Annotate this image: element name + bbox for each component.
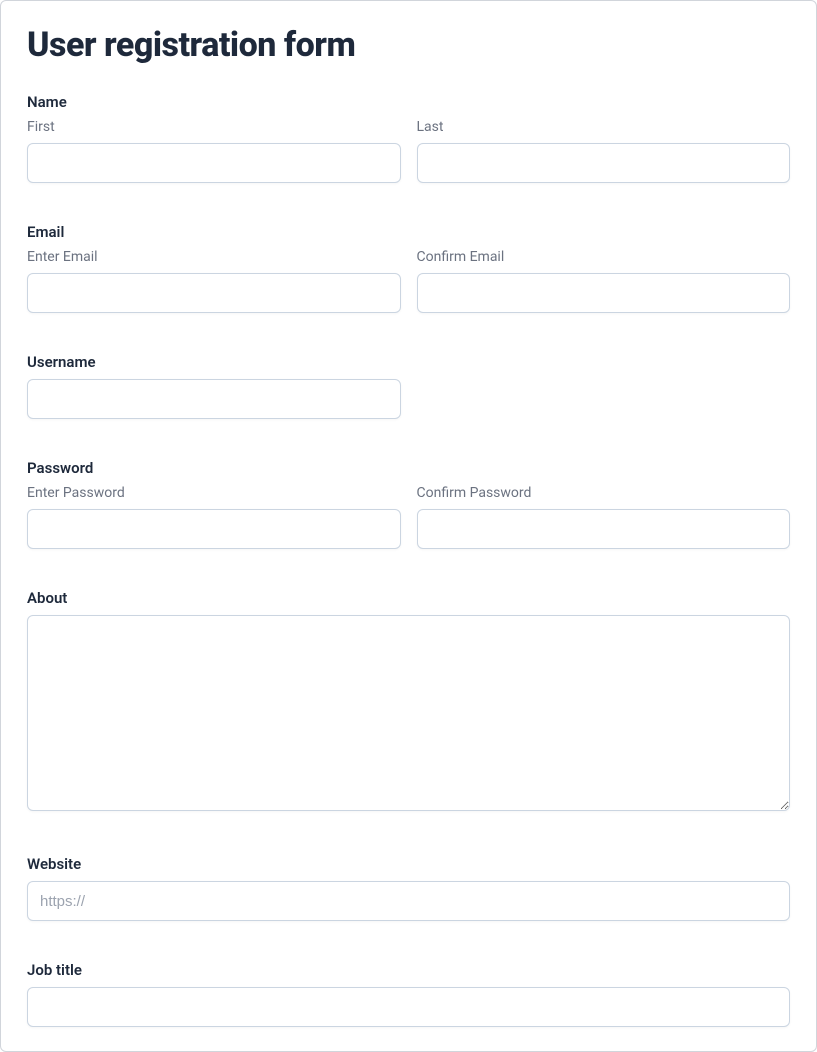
password-row: Enter Password Confirm Password <box>27 485 790 549</box>
email-section: Email Enter Email Confirm Email <box>27 223 790 313</box>
about-label: About <box>27 589 790 607</box>
name-section: Name First Last <box>27 93 790 183</box>
jobtitle-section: Job title <box>27 961 790 1027</box>
website-section: Website <box>27 855 790 921</box>
username-section: Username <box>27 353 790 419</box>
enter-email-col: Enter Email <box>27 249 401 313</box>
jobtitle-label: Job title <box>27 961 790 979</box>
confirm-email-col: Confirm Email <box>417 249 791 313</box>
website-label: Website <box>27 855 790 873</box>
registration-form-page: User registration form Name First Last E… <box>0 0 817 1052</box>
last-name-label: Last <box>417 119 791 135</box>
email-label: Email <box>27 223 790 241</box>
about-section: About <box>27 589 790 815</box>
enter-password-col: Enter Password <box>27 485 401 549</box>
confirm-password-col: Confirm Password <box>417 485 791 549</box>
page-title: User registration form <box>27 25 790 65</box>
enter-password-input[interactable] <box>27 509 401 549</box>
website-input[interactable] <box>27 881 790 921</box>
last-name-col: Last <box>417 119 791 183</box>
enter-email-input[interactable] <box>27 273 401 313</box>
confirm-email-input[interactable] <box>417 273 791 313</box>
password-section: Password Enter Password Confirm Password <box>27 459 790 549</box>
confirm-password-input[interactable] <box>417 509 791 549</box>
username-input[interactable] <box>27 379 401 419</box>
email-row: Enter Email Confirm Email <box>27 249 790 313</box>
jobtitle-input[interactable] <box>27 987 790 1027</box>
enter-password-label: Enter Password <box>27 485 401 501</box>
enter-email-label: Enter Email <box>27 249 401 265</box>
first-name-input[interactable] <box>27 143 401 183</box>
password-label: Password <box>27 459 790 477</box>
name-row: First Last <box>27 119 790 183</box>
first-name-label: First <box>27 119 401 135</box>
confirm-password-label: Confirm Password <box>417 485 791 501</box>
name-label: Name <box>27 93 790 111</box>
about-textarea[interactable] <box>27 615 790 811</box>
last-name-input[interactable] <box>417 143 791 183</box>
username-label: Username <box>27 353 790 371</box>
confirm-email-label: Confirm Email <box>417 249 791 265</box>
first-name-col: First <box>27 119 401 183</box>
